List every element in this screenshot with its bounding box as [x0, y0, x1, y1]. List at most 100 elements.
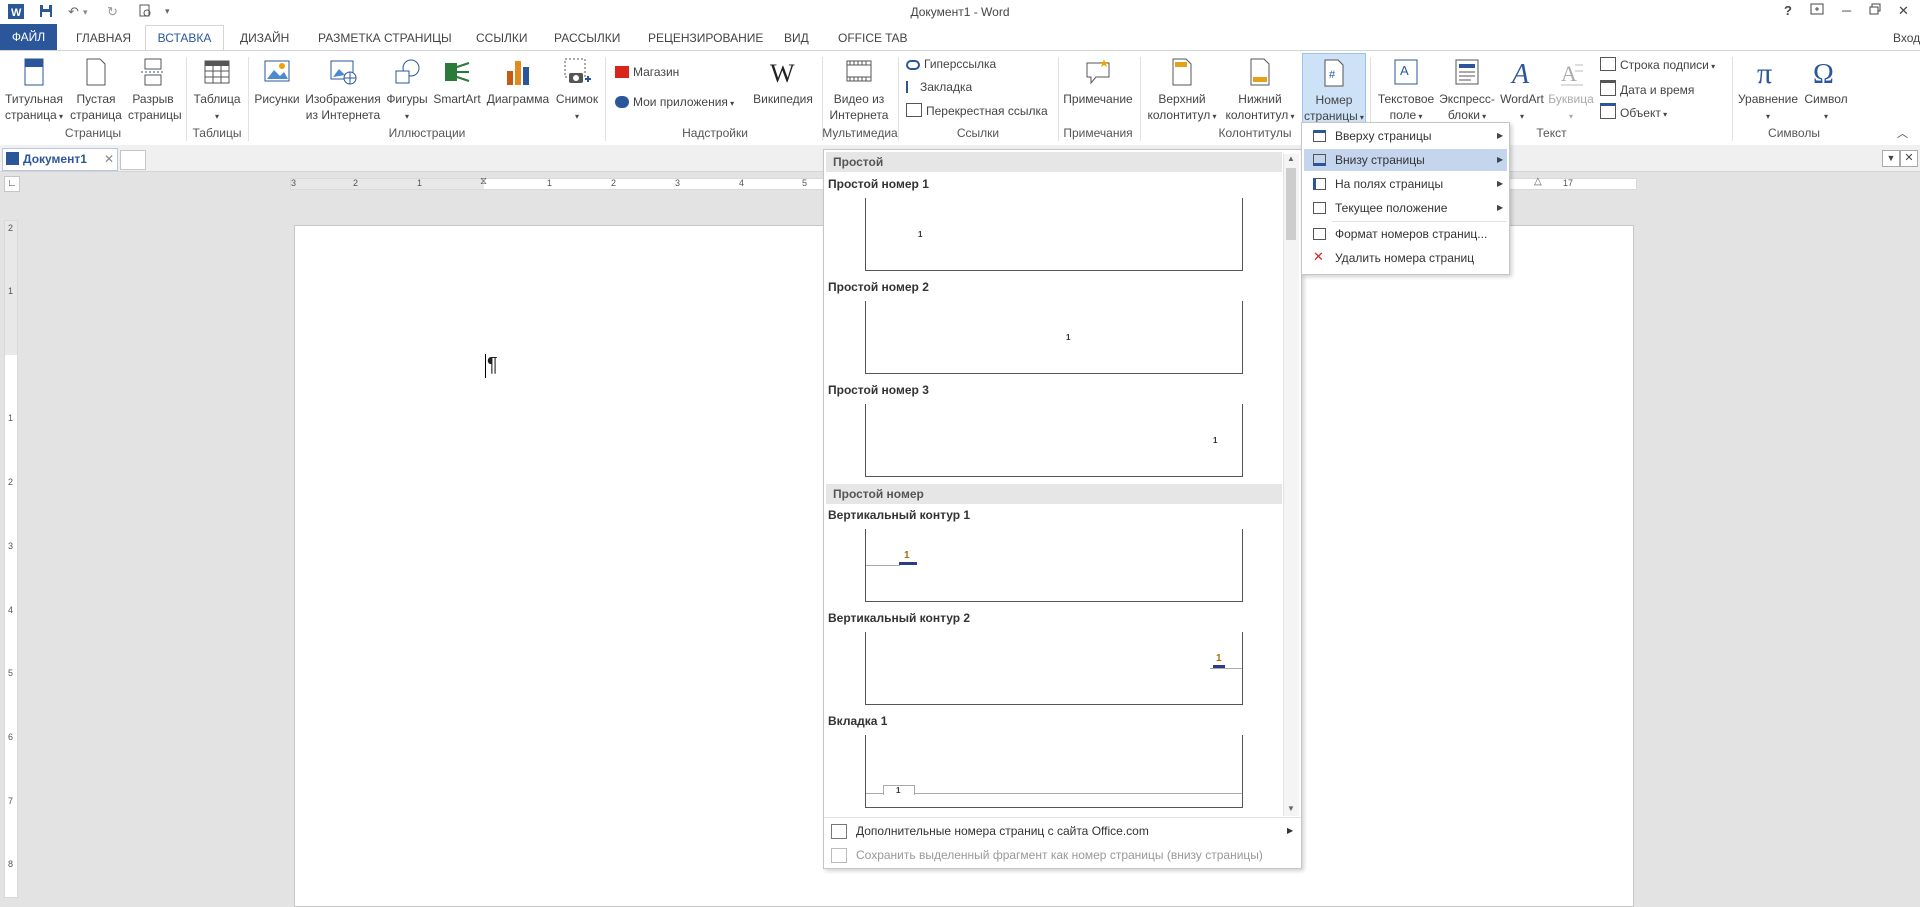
- gallery-item-title: Вертикальный контур 1: [828, 508, 971, 522]
- online-pictures-button[interactable]: Изображения из Интернета: [303, 57, 383, 123]
- date-time-button[interactable]: Дата и время: [1600, 80, 1694, 97]
- save-selection-item[interactable]: Сохранить выделенный фрагмент как номер …: [824, 843, 1301, 867]
- restore-icon[interactable]: [1869, 3, 1881, 18]
- tab-design[interactable]: ДИЗАЙН: [240, 31, 289, 45]
- store-icon: [615, 66, 629, 78]
- online-video-button[interactable]: Видео из Интернета: [826, 57, 892, 123]
- tab-office-tab[interactable]: OFFICE TAB: [838, 31, 908, 45]
- gallery-item-vertical-outline-1[interactable]: 1: [865, 529, 1243, 602]
- close-all-icon[interactable]: ✕: [1900, 150, 1918, 167]
- dropcap-button[interactable]: A Буквица ▾: [1546, 57, 1596, 125]
- scroll-up-icon[interactable]: ▲: [1287, 154, 1295, 163]
- menu-item-top-of-page[interactable]: Вверху страницы ▶: [1304, 125, 1507, 147]
- help-button[interactable]: ?: [1784, 3, 1792, 18]
- gallery-item-title: Простой номер 1: [828, 177, 929, 191]
- more-page-numbers-item[interactable]: Дополнительные номера страниц с сайта Of…: [824, 819, 1301, 843]
- store-button[interactable]: Магазин: [615, 65, 679, 79]
- svg-text:A: A: [1400, 63, 1409, 78]
- menu-item-page-margins[interactable]: На полях страницы ▶: [1304, 173, 1507, 195]
- tab-file[interactable]: ФАЙЛ: [0, 24, 57, 50]
- gallery-item-tab-1[interactable]: 1: [865, 735, 1243, 808]
- scroll-thumb[interactable]: [1286, 168, 1296, 240]
- smartart-button[interactable]: SmartArt: [432, 57, 482, 107]
- page-number-menu: Вверху страницы ▶ Внизу страницы ▶ На поля…: [1301, 122, 1510, 275]
- table-icon: [204, 60, 230, 84]
- object-button[interactable]: Объект ▾: [1600, 103, 1667, 120]
- chevron-right-icon: ▶: [1497, 203, 1504, 212]
- document-tab[interactable]: Документ1 ✕: [2, 148, 118, 171]
- close-icon[interactable]: ✕: [1898, 3, 1909, 19]
- tab-references[interactable]: ССЫЛКИ: [476, 31, 527, 45]
- group-label-media: Мультимедиа: [822, 126, 898, 140]
- gallery-item-simple-2[interactable]: 1: [865, 301, 1243, 374]
- pictures-button[interactable]: Рисунки: [252, 57, 302, 107]
- menu-item-format-page-numbers[interactable]: Формат номеров страниц...: [1304, 223, 1507, 245]
- indent-marker-icon[interactable]: ⧖: [480, 176, 487, 187]
- tab-view[interactable]: ВИД: [784, 31, 809, 45]
- wordart-button[interactable]: A WordArt ▾: [1497, 57, 1547, 125]
- scroll-down-icon[interactable]: ▼: [1287, 804, 1295, 813]
- minimize-icon[interactable]: ─: [1842, 3, 1851, 18]
- tab-layout[interactable]: РАЗМЕТКА СТРАНИЦЫ: [318, 31, 452, 45]
- tab-list-icon[interactable]: ▼: [1882, 150, 1900, 167]
- gallery-category: Простой номер: [826, 484, 1282, 504]
- menu-item-current-position[interactable]: Текущее положение ▶: [1304, 197, 1507, 219]
- tab-insert[interactable]: ВСТАВКА: [145, 25, 224, 51]
- menu-item-remove-page-numbers[interactable]: ✕ Удалить номера страниц: [1304, 247, 1507, 269]
- symbol-button[interactable]: Ω Символ ▾: [1800, 57, 1852, 125]
- tab-review[interactable]: РЕЦЕНЗИРОВАНИЕ: [648, 31, 763, 45]
- my-apps-button[interactable]: Мои приложения ▾: [615, 95, 734, 109]
- svg-text:A: A: [1510, 59, 1530, 87]
- text-box-button[interactable]: A Текстовое поле ▾: [1374, 57, 1438, 125]
- menu-item-bottom-of-page[interactable]: Внизу страницы ▶: [1304, 149, 1507, 171]
- header-button[interactable]: Верхний колонтитул ▾: [1144, 57, 1220, 125]
- hyperlink-icon: [906, 60, 920, 70]
- tab-selector[interactable]: ∟: [4, 176, 20, 192]
- chevron-right-icon: ▶: [1497, 155, 1504, 164]
- page-margins-icon: [1313, 178, 1326, 190]
- vertical-ruler[interactable]: 2 1 1 2 3 4 5 6 7 8: [4, 220, 18, 898]
- shapes-icon: [395, 59, 420, 84]
- footer-icon: [1250, 58, 1270, 86]
- new-tab-button[interactable]: [120, 150, 146, 170]
- header-icon: [1172, 58, 1192, 86]
- ribbon-display-icon[interactable]: [1810, 3, 1824, 18]
- cross-reference-button[interactable]: Перекрестная ссылка: [906, 103, 1048, 118]
- gallery-item-simple-3[interactable]: 1: [865, 404, 1243, 477]
- equation-button[interactable]: π Уравнение ▾: [1736, 57, 1800, 125]
- footer-button[interactable]: Нижний колонтитул ▾: [1222, 57, 1298, 125]
- chevron-right-icon: ▶: [1497, 179, 1504, 188]
- tab-mailings[interactable]: РАССЫЛКИ: [554, 31, 620, 45]
- signature-line-icon: [1600, 57, 1616, 71]
- gallery-item-vertical-outline-2[interactable]: 1: [865, 632, 1243, 705]
- blank-page-button[interactable]: Пустая страница: [70, 57, 122, 123]
- gallery-item-title: Простой номер 3: [828, 383, 929, 397]
- gallery-item-simple-1[interactable]: 1: [865, 198, 1243, 271]
- svg-text:#: #: [1329, 69, 1336, 81]
- right-indent-marker-icon[interactable]: △: [1534, 176, 1542, 187]
- page-number-button[interactable]: # Номер страницы ▾: [1302, 53, 1366, 123]
- collapse-ribbon-icon[interactable]: ︿: [1897, 125, 1908, 141]
- cross-reference-icon: [906, 103, 922, 117]
- tab-home[interactable]: ГЛАВНАЯ: [76, 31, 131, 45]
- title-page-button[interactable]: Титульная страница ▾: [4, 57, 64, 125]
- wikipedia-button[interactable]: W Википедия: [750, 57, 816, 107]
- screenshot-button[interactable]: Снимок ▾: [552, 57, 602, 125]
- gallery-item-title: Вкладка 1: [828, 714, 888, 728]
- signature-line-button[interactable]: Строка подписи ▾: [1600, 57, 1715, 72]
- quick-parts-button[interactable]: Экспресс-блоки ▾: [1436, 57, 1498, 125]
- signin-link[interactable]: Вход: [1893, 31, 1920, 45]
- remove-page-numbers-icon: ✕: [1313, 249, 1324, 264]
- window-title: Документ1 - Word: [910, 5, 1010, 19]
- bookmark-button[interactable]: Закладка: [906, 80, 972, 94]
- comment-button[interactable]: Примечание: [1062, 57, 1134, 107]
- page-break-button[interactable]: Разрыв страницы: [128, 57, 182, 123]
- shapes-button[interactable]: Фигуры ▾: [383, 57, 431, 125]
- gallery-scrollbar[interactable]: ▲ ▼: [1283, 154, 1299, 816]
- hyperlink-button[interactable]: Гиперссылка: [906, 57, 996, 71]
- online-video-icon: [846, 60, 872, 82]
- close-tab-icon[interactable]: ✕: [104, 149, 114, 169]
- bookmark-icon: [906, 81, 916, 93]
- table-button[interactable]: Таблица ▾: [190, 57, 244, 125]
- chart-button[interactable]: Диаграмма: [485, 57, 551, 107]
